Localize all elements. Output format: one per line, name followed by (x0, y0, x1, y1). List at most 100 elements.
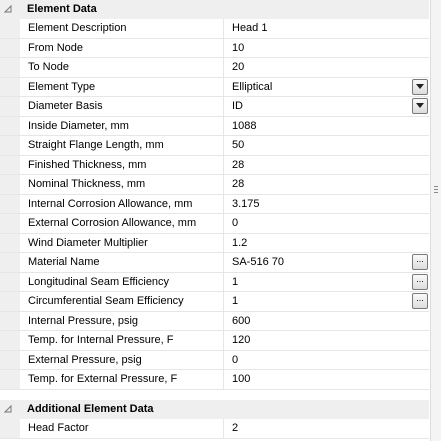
property-value[interactable]: SA-516 70 (232, 256, 284, 268)
row-gutter (0, 214, 20, 233)
property-row-head-factor[interactable]: Head Factor 2 (0, 419, 429, 439)
property-row-finished-thickness-mm[interactable]: Finished Thickness, mm 28 (0, 155, 429, 176)
property-value[interactable]: 20 (232, 61, 244, 73)
column-divider[interactable] (223, 38, 224, 58)
row-gutter (0, 58, 20, 77)
property-grid: Element Data Element Description Head 1 Fr… (0, 0, 429, 441)
column-divider[interactable] (223, 331, 224, 350)
property-value[interactable]: 3.175 (232, 198, 260, 210)
vertical-scrollbar[interactable] (430, 0, 441, 441)
column-divider[interactable] (223, 194, 224, 214)
column-divider[interactable] (223, 214, 224, 233)
property-row-inside-diameter-mm[interactable]: Inside Diameter, mm 1088 (0, 116, 429, 137)
category-element-data[interactable]: Element Data (0, 0, 429, 19)
property-name: Diameter Basis (28, 100, 103, 112)
property-row-wind-diameter-multiplier[interactable]: Wind Diameter Multiplier 1.2 (0, 233, 429, 254)
dropdown-button[interactable] (412, 78, 428, 95)
column-divider[interactable] (223, 136, 224, 155)
property-value[interactable]: 1 (232, 276, 238, 288)
property-name: External Corrosion Allowance, mm (28, 217, 197, 229)
property-value[interactable]: 50 (232, 139, 244, 151)
column-divider[interactable] (223, 97, 224, 116)
property-value[interactable]: ID (232, 100, 243, 112)
property-value[interactable]: 0 (232, 354, 238, 366)
browse-ellipsis-button[interactable]: ... (412, 254, 428, 270)
row-gutter (0, 97, 20, 116)
property-row-temp-for-internal-pressure-f[interactable]: Temp. for Internal Pressure, F 120 (0, 331, 429, 351)
property-row-diameter-basis[interactable]: Diameter Basis ID (0, 97, 429, 117)
category-additional-element-data[interactable]: Additional Element Data (0, 400, 429, 419)
property-value[interactable]: 0 (232, 217, 238, 229)
property-row-longitudinal-seam-efficiency[interactable]: Longitudinal Seam Efficiency 1... (0, 272, 429, 293)
property-row-nominal-thickness-mm[interactable]: Nominal Thickness, mm 28 (0, 175, 429, 195)
column-divider[interactable] (223, 233, 224, 253)
property-name: Circumferential Seam Efficiency (28, 295, 184, 307)
column-divider[interactable] (223, 292, 224, 311)
property-name: Temp. for External Pressure, F (28, 373, 178, 385)
collapse-triangle-icon[interactable] (3, 404, 13, 414)
property-value[interactable]: 1 (232, 295, 238, 307)
property-row-internal-pressure-psig[interactable]: Internal Pressure, psig 600 (0, 311, 429, 332)
category-label: Element Data (27, 3, 97, 15)
dropdown-button[interactable] (412, 98, 428, 114)
row-gutter (0, 19, 20, 38)
property-value[interactable]: Head 1 (232, 22, 267, 34)
row-gutter (0, 136, 20, 155)
property-row-temp-for-external-pressure-f[interactable]: Temp. for External Pressure, F 100 (0, 370, 429, 390)
property-name: Wind Diameter Multiplier (28, 236, 148, 249)
property-value[interactable]: 1.2 (232, 237, 247, 249)
row-gutter (0, 77, 20, 97)
property-name: Internal Corrosion Allowance, mm (28, 197, 193, 210)
property-value[interactable]: 100 (232, 373, 250, 385)
column-divider[interactable] (223, 370, 224, 389)
row-gutter (0, 253, 20, 272)
browse-ellipsis-button[interactable]: ... (412, 293, 428, 309)
property-name: From Node (28, 41, 84, 54)
property-name: Internal Pressure, psig (28, 314, 139, 327)
property-row-external-corrosion-allowance-mm[interactable]: External Corrosion Allowance, mm 0 (0, 214, 429, 234)
property-value[interactable]: Elliptical (232, 81, 272, 93)
column-divider[interactable] (223, 19, 224, 38)
property-row-circumferential-seam-efficiency[interactable]: Circumferential Seam Efficiency 1... (0, 292, 429, 312)
property-row-from-node[interactable]: From Node 10 (0, 38, 429, 59)
property-name: Straight Flange Length, mm (28, 139, 164, 151)
property-value[interactable]: 1088 (232, 120, 256, 132)
property-name: Inside Diameter, mm (28, 119, 129, 132)
column-divider[interactable] (223, 272, 224, 292)
row-gutter (0, 155, 20, 175)
column-divider[interactable] (223, 77, 224, 97)
column-divider[interactable] (223, 58, 224, 77)
column-divider[interactable] (223, 419, 224, 438)
property-value[interactable]: 120 (232, 334, 250, 346)
column-divider[interactable] (223, 253, 224, 272)
row-gutter (0, 419, 20, 438)
property-value[interactable]: 2 (232, 422, 238, 434)
property-row-material-name[interactable]: Material Name SA-516 70... (0, 253, 429, 273)
property-row-to-node[interactable]: To Node 20 (0, 58, 429, 78)
column-divider[interactable] (223, 350, 224, 370)
row-gutter (0, 116, 20, 136)
collapse-triangle-icon[interactable] (3, 4, 13, 14)
column-divider[interactable] (223, 155, 224, 175)
property-row-internal-corrosion-allowance-mm[interactable]: Internal Corrosion Allowance, mm 3.175 (0, 194, 429, 215)
scroll-grip-icon[interactable] (434, 186, 438, 195)
property-value[interactable]: 10 (232, 42, 244, 54)
row-gutter (0, 175, 20, 194)
column-divider[interactable] (223, 311, 224, 331)
row-gutter (0, 272, 20, 292)
property-value[interactable]: 600 (232, 315, 250, 327)
property-value[interactable]: 28 (232, 178, 244, 190)
column-divider[interactable] (223, 175, 224, 194)
property-row-straight-flange-length-mm[interactable]: Straight Flange Length, mm 50 (0, 136, 429, 156)
row-gutter (0, 194, 20, 214)
row-gutter (0, 311, 20, 331)
property-row-external-pressure-psig[interactable]: External Pressure, psig 0 (0, 350, 429, 371)
row-gutter (0, 38, 20, 58)
dropdown-arrow-icon (416, 83, 424, 89)
property-value[interactable]: 28 (232, 159, 244, 171)
property-row-element-type[interactable]: Element Type Elliptical (0, 77, 429, 98)
property-row-element-description[interactable]: Element Description Head 1 (0, 19, 429, 39)
property-name: Longitudinal Seam Efficiency (28, 275, 170, 288)
column-divider[interactable] (223, 116, 224, 136)
browse-ellipsis-button[interactable]: ... (412, 273, 428, 290)
